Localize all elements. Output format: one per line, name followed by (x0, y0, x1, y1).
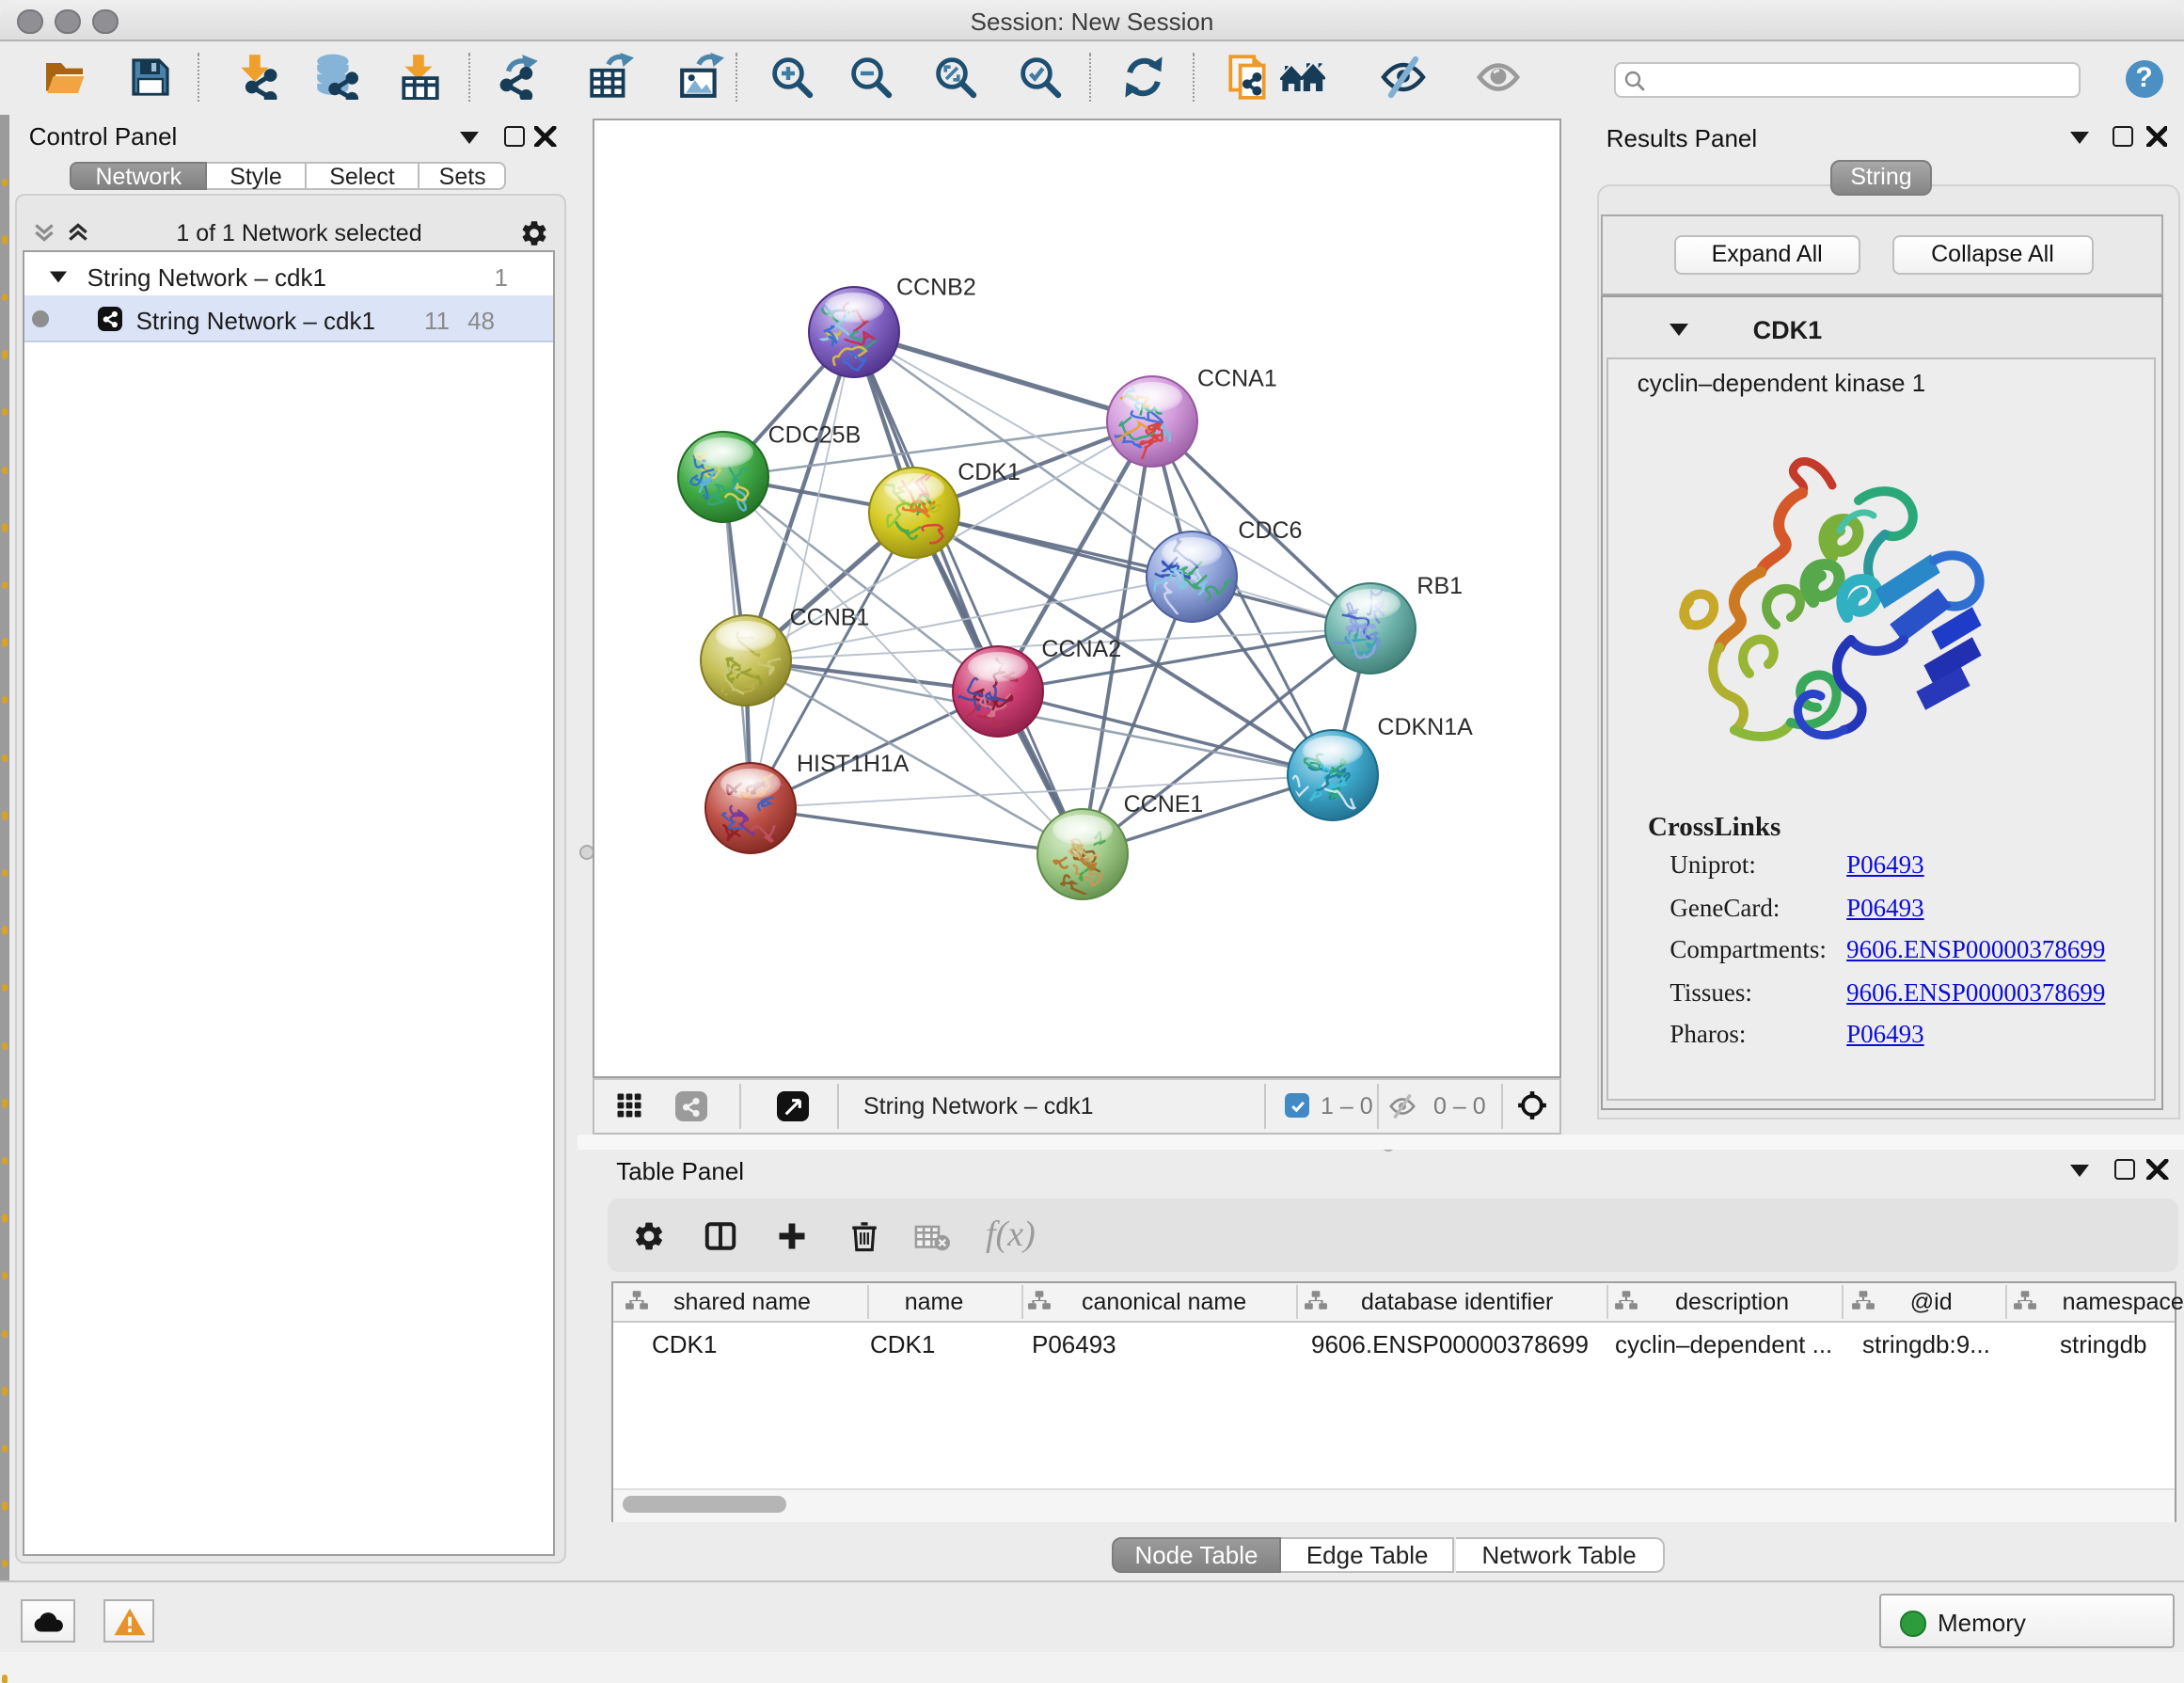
svg-text:CDC6: CDC6 (1237, 516, 1301, 543)
svg-text:CDC25B: CDC25B (768, 421, 861, 447)
svg-text:CCNB1: CCNB1 (789, 604, 869, 630)
svg-text:CCNE1: CCNE1 (1123, 790, 1203, 817)
svg-text:CCNA2: CCNA2 (1040, 635, 1120, 661)
svg-text:CDK1: CDK1 (957, 458, 1020, 484)
svg-text:RB1: RB1 (1416, 572, 1462, 598)
svg-text:CDKN1A: CDKN1A (1376, 713, 1472, 739)
svg-text:HIST1H1A: HIST1H1A (796, 750, 909, 776)
svg-text:CCNA1: CCNA1 (1196, 364, 1276, 390)
svg-text:CCNB2: CCNB2 (895, 274, 975, 300)
